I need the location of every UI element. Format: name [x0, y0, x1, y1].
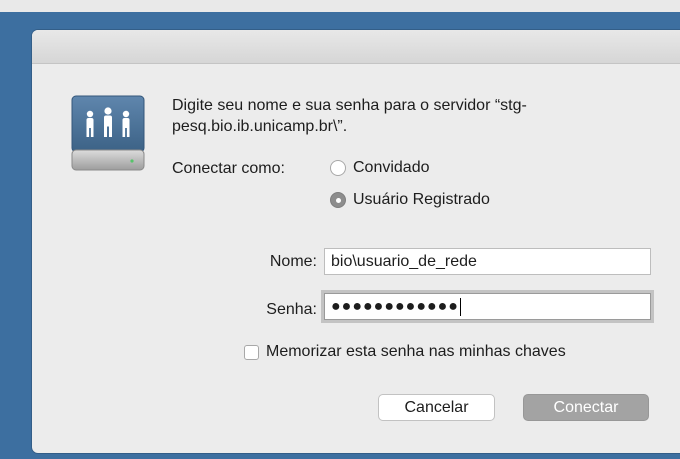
name-field[interactable]: bio\usuario_de_rede — [324, 248, 651, 275]
radio-guest-label[interactable]: Convidado — [353, 159, 430, 177]
remember-password-checkbox-box[interactable] — [244, 344, 259, 360]
radio-guest-button[interactable] — [330, 160, 346, 176]
connect-to-server-dialog: Digite seu nome e sua senha para o servi… — [32, 30, 680, 453]
password-field[interactable]: ●●●●●●●●●●●● — [324, 293, 651, 320]
password-label: Senha: — [266, 301, 317, 318]
dialog-titlebar[interactable] — [32, 30, 680, 64]
cancel-button[interactable]: Cancelar — [378, 394, 495, 421]
network-server-icon — [71, 95, 145, 171]
radio-registered-user-button[interactable] — [330, 192, 346, 208]
radio-guest[interactable]: Convidado — [330, 159, 430, 177]
connect-as-label: Conectar como: — [172, 160, 285, 177]
text-caret — [459, 297, 461, 316]
desktop-menubar-strip — [0, 0, 680, 12]
connect-button[interactable]: Conectar — [523, 394, 649, 421]
remember-password-label[interactable]: Memorizar esta senha nas minhas chaves — [266, 343, 566, 361]
password-mask: ●●●●●●●●●●●● — [331, 298, 459, 315]
name-label: Nome: — [269, 253, 317, 270]
dialog-message: Digite seu nome e sua senha para o servi… — [172, 97, 527, 135]
remember-password-checkbox[interactable]: Memorizar esta senha nas minhas chaves — [244, 343, 566, 361]
radio-registered-user-label[interactable]: Usuário Registrado — [353, 191, 490, 209]
radio-registered-user[interactable]: Usuário Registrado — [330, 191, 490, 209]
